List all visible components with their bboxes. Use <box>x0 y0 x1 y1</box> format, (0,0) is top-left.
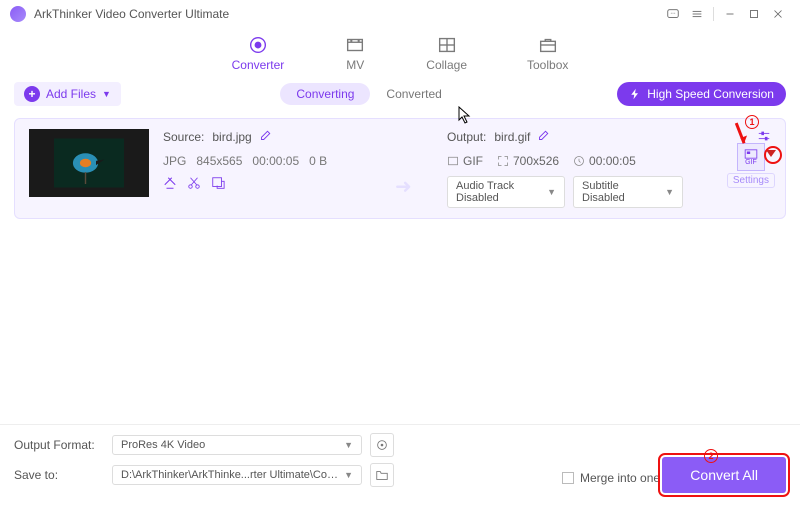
src-format: JPG <box>163 154 186 168</box>
chevron-down-icon: ▼ <box>102 89 111 99</box>
tab-collage[interactable]: Collage <box>426 36 467 72</box>
checkbox-icon <box>562 472 574 484</box>
save-to-label: Save to: <box>14 468 104 482</box>
src-duration: 00:00:05 <box>252 154 299 168</box>
annotation-circle-1 <box>764 146 782 164</box>
tab-converted[interactable]: Converted <box>370 83 457 105</box>
menu-icon[interactable] <box>685 4 709 24</box>
tab-converter[interactable]: Converter <box>232 36 285 72</box>
output-format-select[interactable]: ProRes 4K Video▼ <box>112 435 362 455</box>
output-label: Output: <box>447 130 486 144</box>
toolbox-icon <box>537 36 559 54</box>
lightning-icon <box>629 88 641 100</box>
tab-toolbox[interactable]: Toolbox <box>527 36 568 72</box>
edit-output-icon[interactable] <box>538 129 550 144</box>
merge-checkbox[interactable]: Merge into one file <box>562 471 679 485</box>
output-filename: bird.gif <box>494 130 530 144</box>
output-format-settings-icon[interactable] <box>370 433 394 457</box>
out-dims: 700x526 <box>513 154 559 168</box>
feedback-icon[interactable] <box>661 4 685 24</box>
plus-icon: + <box>24 86 40 102</box>
audio-track-select[interactable]: Audio Track Disabled▼ <box>447 176 565 208</box>
src-dims: 845x565 <box>196 154 242 168</box>
arrow-right-icon: ➜ <box>395 174 412 199</box>
annotation-2: 2 <box>704 449 718 463</box>
source-label: Source: <box>163 130 204 144</box>
convert-all-button[interactable]: Convert All <box>662 457 786 493</box>
src-size: 0 B <box>309 154 327 168</box>
maximize-button[interactable] <box>742 4 766 24</box>
settings-button[interactable]: Settings <box>727 173 775 188</box>
high-speed-button[interactable]: High Speed Conversion <box>617 82 786 106</box>
minimize-button[interactable] <box>718 4 742 24</box>
video-icon <box>447 155 459 167</box>
app-logo <box>10 6 26 22</box>
resolution-icon <box>497 155 509 167</box>
save-to-select[interactable]: D:\ArkThinker\ArkThinke...rter Ultimate\… <box>112 465 362 485</box>
edit-source-icon[interactable] <box>260 129 272 144</box>
add-files-button[interactable]: + Add Files ▼ <box>14 82 121 106</box>
thumbnail[interactable] <box>29 129 149 197</box>
converter-icon <box>247 36 269 54</box>
mv-icon <box>344 36 366 54</box>
cursor-icon <box>458 106 472 127</box>
collage-icon <box>436 36 458 54</box>
tab-converting[interactable]: Converting <box>280 83 370 105</box>
out-format: GIF <box>463 154 483 168</box>
app-title: ArkThinker Video Converter Ultimate <box>34 7 661 21</box>
out-duration: 00:00:05 <box>589 154 636 168</box>
open-folder-icon[interactable] <box>370 463 394 487</box>
enhance-icon[interactable] <box>211 176 225 193</box>
file-card: Source: bird.jpg JPG 845x565 00:00:05 0 … <box>14 118 786 219</box>
close-button[interactable] <box>766 4 790 24</box>
clock-icon <box>573 155 585 167</box>
tab-mv[interactable]: MV <box>344 36 366 72</box>
cut-icon[interactable] <box>187 176 201 193</box>
edit-icon[interactable] <box>163 176 177 193</box>
output-format-label: Output Format: <box>14 438 104 452</box>
subtitle-select[interactable]: Subtitle Disabled▼ <box>573 176 683 208</box>
source-filename: bird.jpg <box>212 130 251 144</box>
